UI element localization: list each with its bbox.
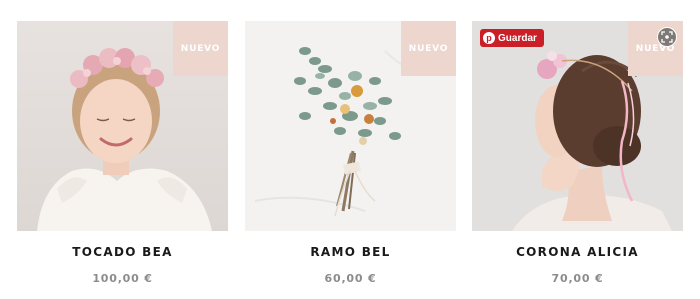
product-card: NUEVO p Guardar CORONA ALICIA 70,00 €	[472, 21, 683, 291]
visual-search-button[interactable]	[657, 27, 677, 47]
product-price: 60,00 €	[324, 272, 377, 285]
new-badge: NUEVO	[628, 21, 683, 76]
product-title[interactable]: TOCADO BEA	[17, 245, 228, 259]
new-badge: NUEVO	[173, 21, 228, 76]
pinterest-save-button[interactable]: p Guardar	[480, 29, 544, 47]
product-image[interactable]: NUEVO	[245, 21, 456, 231]
new-badge: NUEVO	[401, 21, 456, 76]
product-card: NUEVO TOCADO BEA 100,00 €	[17, 21, 228, 291]
visual-search-icon	[661, 31, 673, 43]
pinterest-icon: p	[483, 32, 495, 44]
product-price: 100,00 €	[92, 272, 153, 285]
product-image[interactable]: NUEVO	[17, 21, 228, 231]
product-image[interactable]: NUEVO p Guardar	[472, 21, 683, 231]
product-grid: NUEVO TOCADO BEA 100,00 € NUEVO RAMO BEL…	[17, 21, 684, 291]
save-label: Guardar	[498, 32, 537, 44]
product-title[interactable]: RAMO BEL	[245, 245, 456, 259]
product-card: NUEVO RAMO BEL 60,00 €	[245, 21, 456, 291]
product-price: 70,00 €	[551, 272, 604, 285]
product-title[interactable]: CORONA ALICIA	[472, 245, 683, 259]
